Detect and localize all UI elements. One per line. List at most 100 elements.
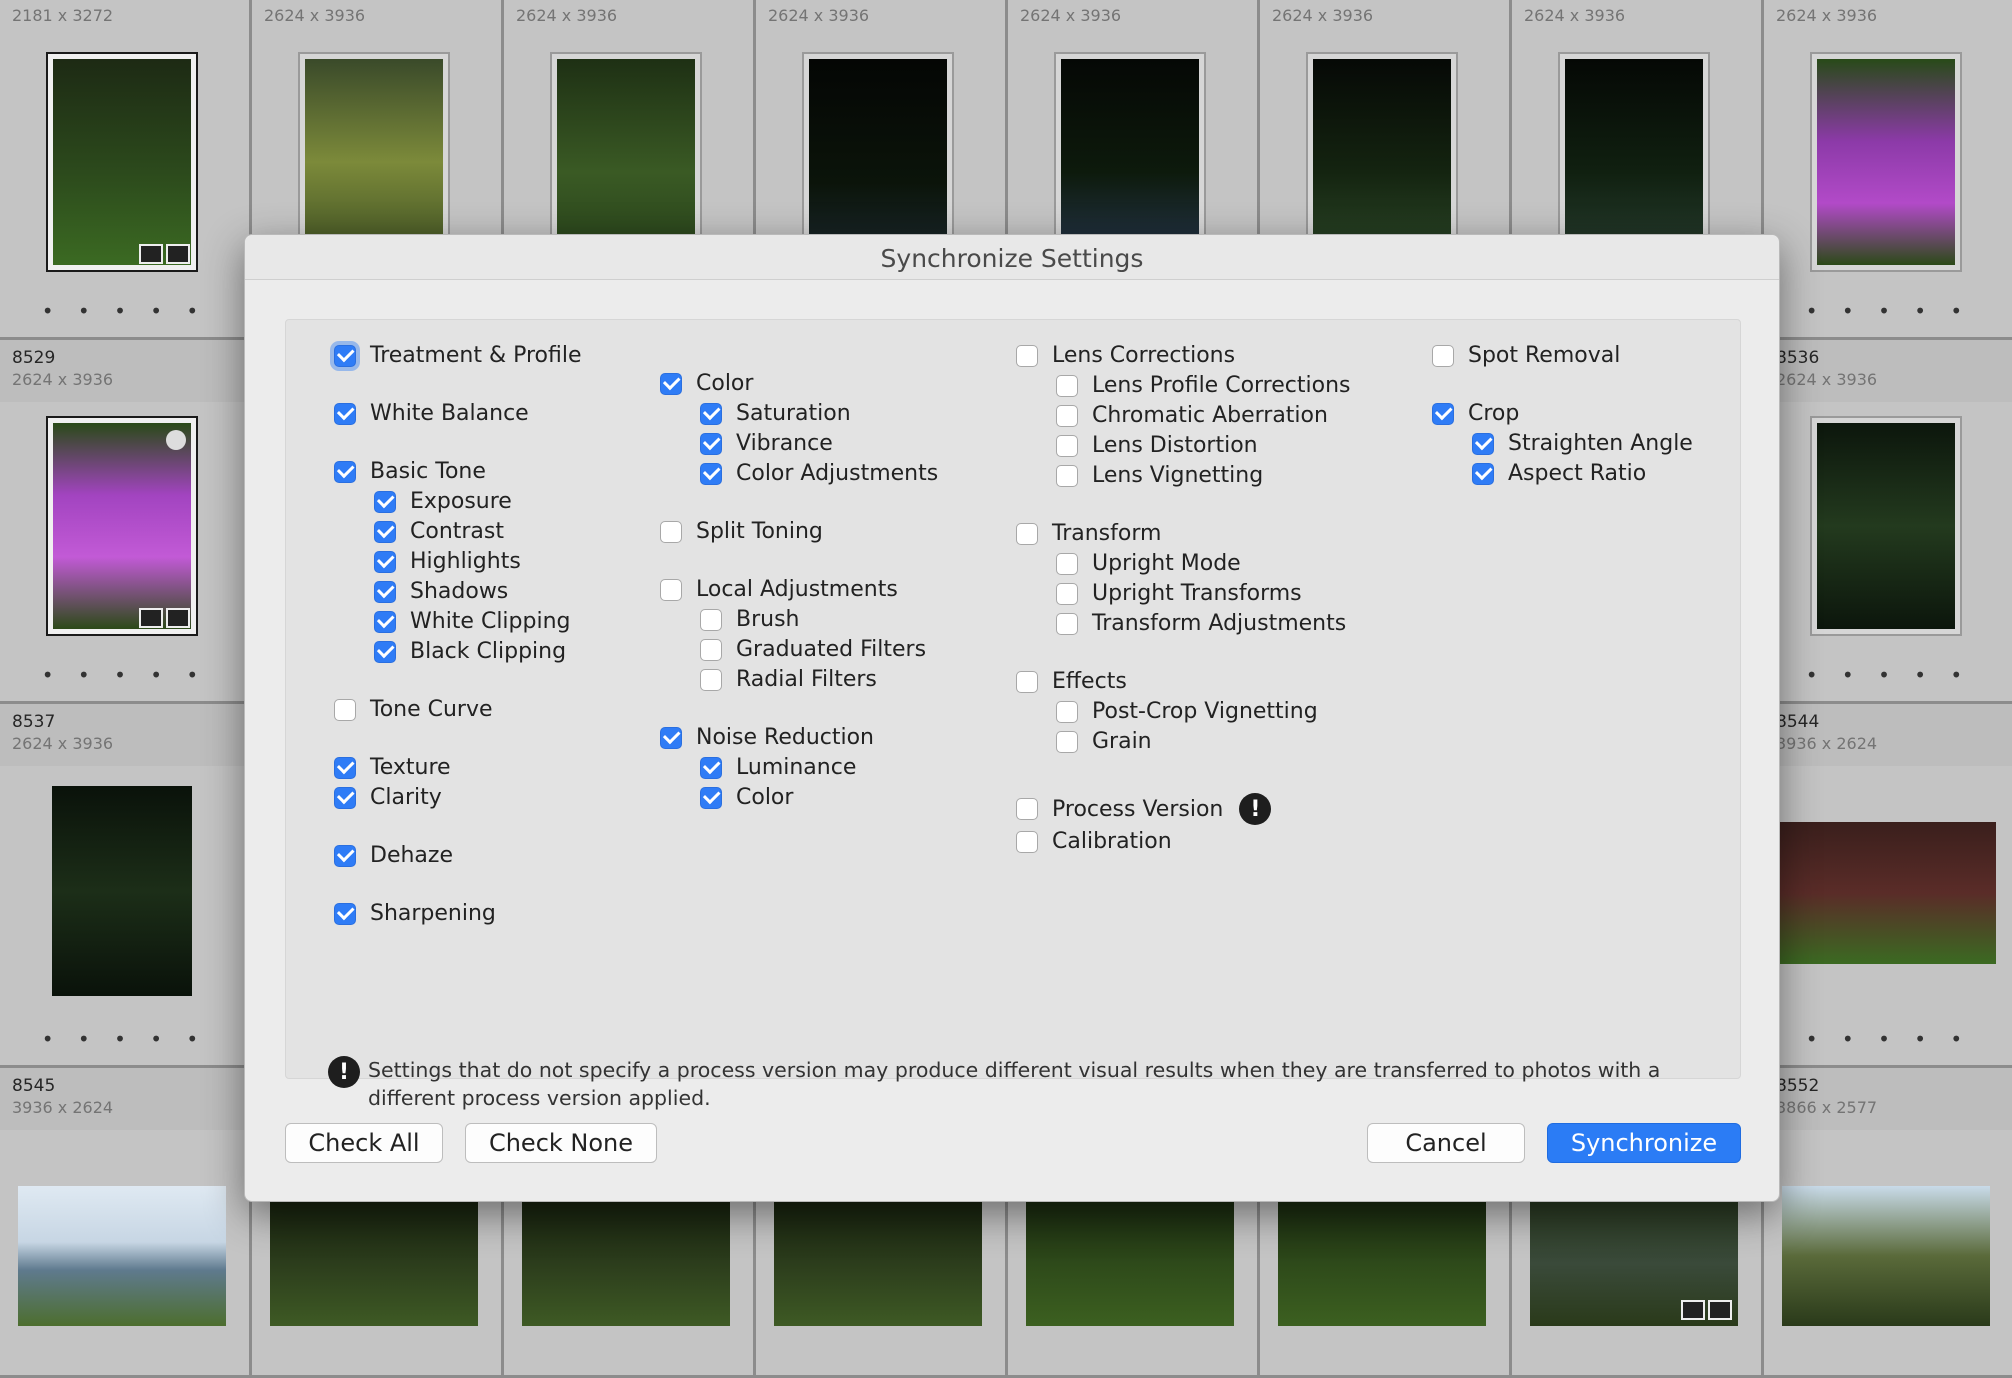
checkbox-radial-filters[interactable]: Radial Filters (700, 667, 877, 692)
checkbox-grain[interactable]: Grain (1056, 729, 1152, 754)
checkbox-checked-icon[interactable] (374, 490, 396, 513)
checkbox-exposure[interactable]: Exposure (374, 489, 512, 514)
checkbox-unchecked-icon[interactable] (700, 668, 722, 691)
checkbox-unchecked-icon[interactable] (1056, 434, 1078, 457)
checkbox-unchecked-icon[interactable] (1432, 344, 1454, 367)
checkbox-basic-tone[interactable]: Basic Tone (334, 459, 486, 484)
checkbox-vibrance[interactable]: Vibrance (700, 431, 833, 456)
checkbox-highlights[interactable]: Highlights (374, 549, 521, 574)
checkbox-aspect-ratio[interactable]: Aspect Ratio (1472, 461, 1646, 486)
checkbox-checked-icon[interactable] (374, 610, 396, 633)
checkbox-split-toning[interactable]: Split Toning (660, 519, 823, 544)
checkbox-unchecked-icon[interactable] (1056, 404, 1078, 427)
checkbox-checked-icon[interactable] (700, 402, 722, 425)
checkbox-checked-icon[interactable] (334, 344, 356, 367)
checkbox-checked-icon[interactable] (1432, 402, 1454, 425)
checkbox-checked-icon[interactable] (374, 520, 396, 543)
checkbox-checked-icon[interactable] (700, 432, 722, 455)
checkbox-unchecked-icon[interactable] (1056, 700, 1078, 723)
photo-cell[interactable]: 8552 3866 x 2577 (1764, 1068, 2012, 1378)
checkbox-unchecked-icon[interactable] (1056, 582, 1078, 605)
checkbox-shadows[interactable]: Shadows (374, 579, 508, 604)
photo-cell[interactable]: 2624 x 3936 • • • • • (1764, 0, 2012, 340)
checkbox-checked-icon[interactable] (700, 756, 722, 779)
checkbox-saturation[interactable]: Saturation (700, 401, 851, 426)
photo-cell[interactable]: 8544 3936 x 2624 • • • • • (1764, 704, 2012, 1068)
checkbox-unchecked-icon[interactable] (1016, 830, 1038, 853)
checkbox-dehaze[interactable]: Dehaze (334, 843, 453, 868)
checkbox-unchecked-icon[interactable] (1056, 730, 1078, 753)
check-none-button[interactable]: Check None (465, 1123, 657, 1163)
checkbox-checked-icon[interactable] (1472, 432, 1494, 455)
checkbox-unchecked-icon[interactable] (1016, 522, 1038, 545)
checkbox-unchecked-icon[interactable] (334, 698, 356, 721)
cancel-button[interactable]: Cancel (1367, 1123, 1525, 1163)
checkbox-checked-icon[interactable] (334, 844, 356, 867)
checkbox-chromatic-aberration[interactable]: Chromatic Aberration (1056, 403, 1328, 428)
checkbox-unchecked-icon[interactable] (1056, 552, 1078, 575)
checkbox-noise-reduction[interactable]: Noise Reduction (660, 725, 874, 750)
checkbox-checked-icon[interactable] (374, 640, 396, 663)
checkbox-checked-icon[interactable] (334, 786, 356, 809)
checkbox-black-clipping[interactable]: Black Clipping (374, 639, 566, 664)
checkbox-transform-adjustments[interactable]: Transform Adjustments (1056, 611, 1346, 636)
checkbox-crop[interactable]: Crop (1432, 401, 1519, 426)
checkbox-white-balance[interactable]: White Balance (334, 401, 529, 426)
checkbox-luminance[interactable]: Luminance (700, 755, 856, 780)
checkbox-color[interactable]: Color (700, 785, 793, 810)
checkbox-checked-icon[interactable] (374, 580, 396, 603)
checkbox-straighten-angle[interactable]: Straighten Angle (1472, 431, 1693, 456)
photo-cell[interactable]: 8536 2624 x 3936 • • • • • (1764, 340, 2012, 704)
checkbox-unchecked-icon[interactable] (1016, 798, 1038, 820)
checkbox-checked-icon[interactable] (700, 462, 722, 485)
checkbox-unchecked-icon[interactable] (1016, 344, 1038, 367)
checkbox-checked-icon[interactable] (334, 402, 356, 425)
checkbox-unchecked-icon[interactable] (660, 520, 682, 543)
checkbox-unchecked-icon[interactable] (1056, 464, 1078, 487)
checkbox-upright-mode[interactable]: Upright Mode (1056, 551, 1241, 576)
photo-cell[interactable]: 8529 2624 x 3936 • • • • • (0, 340, 252, 704)
checkbox-checked-icon[interactable] (334, 756, 356, 779)
checkbox-texture[interactable]: Texture (334, 755, 451, 780)
checkbox-unchecked-icon[interactable] (700, 608, 722, 631)
checkbox-process-version[interactable]: Process Version! (1016, 793, 1272, 825)
check-all-button[interactable]: Check All (285, 1123, 443, 1163)
checkbox-unchecked-icon[interactable] (1056, 612, 1078, 635)
checkbox-local-adjustments[interactable]: Local Adjustments (660, 577, 898, 602)
checkbox-tone-curve[interactable]: Tone Curve (334, 697, 493, 722)
checkbox-calibration[interactable]: Calibration (1016, 829, 1172, 854)
checkbox-transform[interactable]: Transform (1016, 521, 1161, 546)
checkbox-lens-vignetting[interactable]: Lens Vignetting (1056, 463, 1263, 488)
checkbox-checked-icon[interactable] (660, 726, 682, 749)
checkbox-upright-transforms[interactable]: Upright Transforms (1056, 581, 1302, 606)
checkbox-checked-icon[interactable] (374, 550, 396, 573)
checkbox-sharpening[interactable]: Sharpening (334, 901, 496, 926)
checkbox-white-clipping[interactable]: White Clipping (374, 609, 571, 634)
checkbox-checked-icon[interactable] (1472, 462, 1494, 485)
checkbox-checked-icon[interactable] (660, 372, 682, 395)
checkbox-unchecked-icon[interactable] (1016, 670, 1038, 693)
checkbox-color-adjustments[interactable]: Color Adjustments (700, 461, 938, 486)
checkbox-brush[interactable]: Brush (700, 607, 800, 632)
checkbox-effects[interactable]: Effects (1016, 669, 1127, 694)
checkbox-spot-removal[interactable]: Spot Removal (1432, 343, 1620, 368)
checkbox-clarity[interactable]: Clarity (334, 785, 442, 810)
checkbox-unchecked-icon[interactable] (1056, 374, 1078, 397)
checkbox-lens-profile-corrections[interactable]: Lens Profile Corrections (1056, 373, 1350, 398)
checkbox-checked-icon[interactable] (700, 786, 722, 809)
checkbox-graduated-filters[interactable]: Graduated Filters (700, 637, 926, 662)
checkbox-lens-distortion[interactable]: Lens Distortion (1056, 433, 1258, 458)
checkbox-treatment-and-profile[interactable]: Treatment & Profile (334, 343, 582, 368)
photo-cell[interactable]: 8537 2624 x 3936 • • • • • (0, 704, 252, 1068)
checkbox-checked-icon[interactable] (334, 460, 356, 483)
photo-cell[interactable]: 2181 x 3272 • • • • • (0, 0, 252, 340)
checkbox-contrast[interactable]: Contrast (374, 519, 504, 544)
photo-cell[interactable]: 8545 3936 x 2624 (0, 1068, 252, 1378)
checkbox-checked-icon[interactable] (334, 902, 356, 925)
checkbox-unchecked-icon[interactable] (660, 578, 682, 601)
checkbox-color[interactable]: Color (660, 371, 753, 396)
checkbox-unchecked-icon[interactable] (700, 638, 722, 661)
checkbox-post-crop-vignetting[interactable]: Post-Crop Vignetting (1056, 699, 1318, 724)
checkbox-lens-corrections[interactable]: Lens Corrections (1016, 343, 1235, 368)
synchronize-button[interactable]: Synchronize (1547, 1123, 1741, 1163)
